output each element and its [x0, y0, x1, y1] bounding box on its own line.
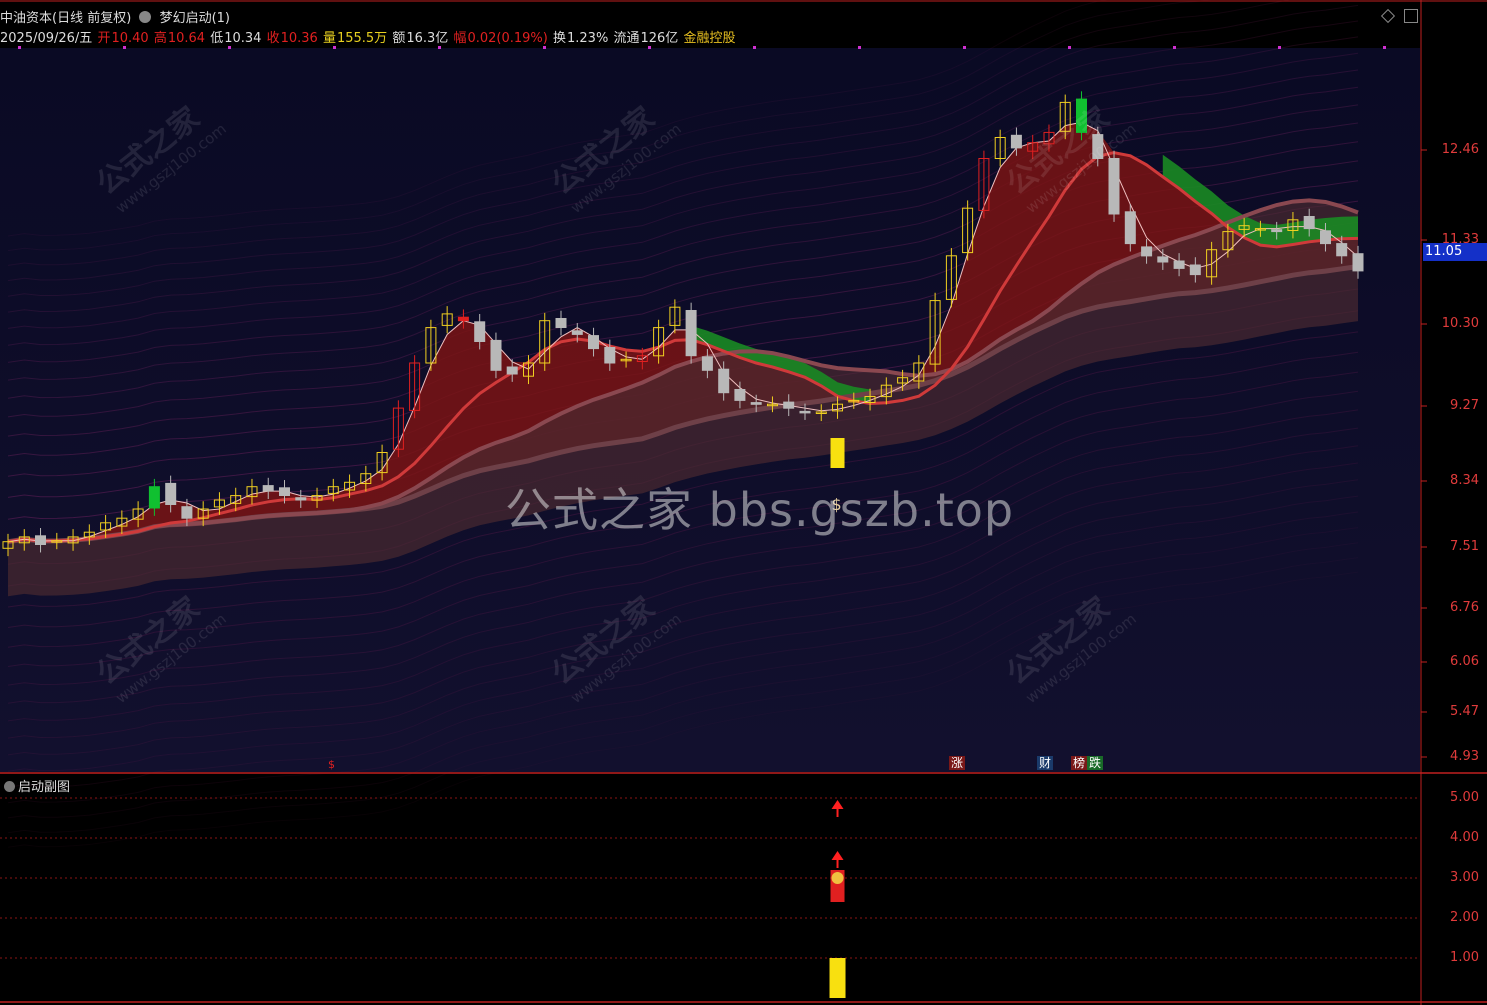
sub-axis-label: 5.00 [1450, 790, 1479, 805]
candle-body [1271, 229, 1283, 233]
cai-marker[interactable]: 财 [1037, 756, 1054, 770]
signal-dot [1278, 46, 1281, 49]
candle-body [799, 410, 811, 414]
candle-body [295, 497, 307, 501]
price-axis-label: 6.06 [1450, 654, 1479, 669]
sub-panel-title[interactable]: 启动副图 [4, 776, 70, 795]
die-marker[interactable]: 跌 [1087, 756, 1104, 770]
signal-dot [438, 46, 441, 49]
candle-body [148, 486, 160, 509]
price-axis-label: 7.51 [1450, 539, 1479, 554]
candle-body [555, 318, 567, 328]
candle-body [1352, 253, 1364, 272]
candle-body [279, 487, 290, 496]
candle-body [1336, 243, 1348, 257]
signal-dot [1383, 46, 1386, 49]
candle-body [457, 316, 469, 322]
signal-dot [753, 46, 756, 49]
price-axis-label: 10.30 [1441, 316, 1479, 331]
sub-axis-label: 3.00 [1450, 870, 1479, 885]
price-axis-label: 6.76 [1450, 600, 1479, 615]
launch-money-icon: $ [832, 495, 842, 514]
candle-body [734, 389, 746, 401]
candle-body [701, 356, 713, 371]
signal-dot [648, 46, 651, 49]
sub-dropdown-icon[interactable] [4, 781, 15, 792]
candle-body [685, 310, 697, 357]
candle-body [1092, 134, 1104, 160]
signal-dot [858, 46, 861, 49]
candle-body [262, 485, 274, 492]
candle-body [1076, 98, 1087, 133]
price-axis-label: 8.34 [1450, 473, 1479, 488]
launch-candle [830, 438, 845, 468]
candle-body [1157, 256, 1169, 263]
signal-dot [1068, 46, 1071, 49]
candle-body [1320, 230, 1331, 245]
zhang-marker[interactable]: 涨 [949, 756, 966, 770]
s-marker[interactable]: $ [326, 758, 337, 772]
signal-dot [333, 46, 336, 49]
candle-body [783, 401, 795, 409]
money-bag-icon [831, 872, 844, 884]
candle-body [750, 402, 762, 405]
chart-window: 中油资本(日线 前复权) 梦幻启动(1) 2025/09/26/五 开10.40… [0, 0, 1487, 1005]
candle-body [588, 335, 599, 350]
signal-dot [963, 46, 966, 49]
sub-yellow-bar [829, 958, 846, 998]
candle-body [506, 366, 518, 375]
candle-body [604, 347, 616, 364]
current-price-tag: 11.05 [1423, 243, 1487, 261]
candle-body [571, 330, 583, 335]
candle-body [165, 482, 177, 505]
sub-axis-label: 4.00 [1450, 830, 1479, 845]
signal-dot [18, 46, 21, 49]
bang-marker[interactable]: 榜 [1071, 756, 1088, 770]
candle-body [1189, 264, 1201, 276]
candle-body [1108, 158, 1120, 215]
signal-dot [123, 46, 126, 49]
candle-body [490, 339, 502, 371]
candle-body [181, 506, 193, 519]
price-axis-label: 12.46 [1441, 142, 1479, 157]
sub-axis-label: 2.00 [1450, 910, 1479, 925]
sub-axis-label: 1.00 [1450, 950, 1479, 965]
signal-dot [228, 46, 231, 49]
kline-chart[interactable]: $ [0, 0, 1487, 1005]
sub-panel-name: 启动副图 [18, 780, 71, 795]
candle-body [474, 321, 486, 342]
candle-body [718, 368, 730, 394]
candle-body [1173, 260, 1185, 269]
price-axis-label: 4.93 [1450, 749, 1479, 764]
price-axis-label: 5.47 [1450, 704, 1479, 719]
candle-body [1303, 216, 1315, 230]
candle-body [1141, 246, 1153, 257]
candle-body [35, 535, 46, 545]
signal-dot [1173, 46, 1176, 49]
signal-dot [543, 46, 546, 49]
candle-body [1010, 134, 1022, 149]
price-axis-label: 9.27 [1450, 398, 1479, 413]
candle-body [1124, 211, 1136, 245]
